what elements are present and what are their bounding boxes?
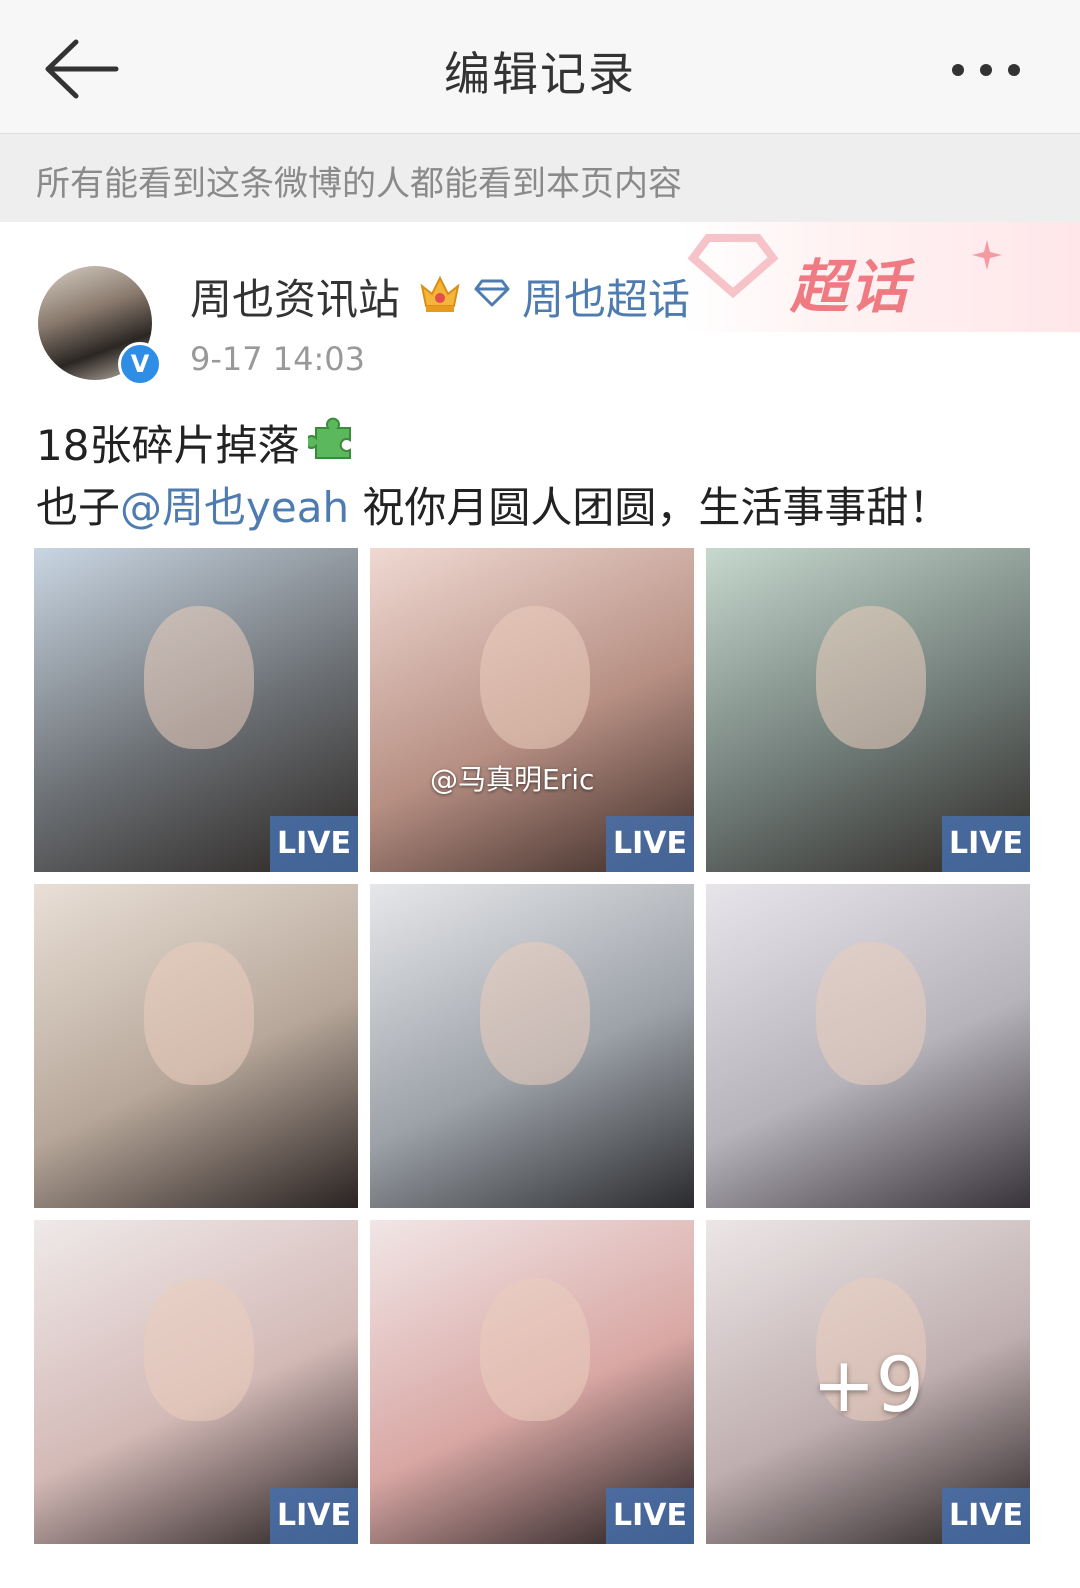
super-topic-diamond-icon xyxy=(474,279,510,307)
username[interactable]: 周也资讯站 xyxy=(190,266,400,327)
post-text-prefix: 也子 xyxy=(36,483,121,532)
more-dots-icon[interactable] xyxy=(944,50,1034,90)
photo-subject xyxy=(144,1278,255,1421)
top-nav-bar: 编辑记录 xyxy=(0,0,1080,134)
photo-thumbnail[interactable] xyxy=(370,884,694,1208)
photo-subject xyxy=(480,1278,591,1421)
verified-icon: V xyxy=(118,342,162,386)
post-text-line1: 18张碎片掉落 xyxy=(36,421,300,470)
super-topic-label: 超话 xyxy=(790,253,911,321)
photo-subject xyxy=(816,606,927,749)
live-badge: LIVE xyxy=(942,816,1030,872)
live-badge: LIVE xyxy=(270,1488,358,1544)
page-title: 编辑记录 xyxy=(444,47,636,101)
diamond-icon xyxy=(688,234,778,298)
photo-thumbnail[interactable]: LIVE xyxy=(706,548,1030,872)
super-topic-link[interactable]: 周也超话 xyxy=(522,266,690,327)
photo-thumbnail[interactable]: LIVE xyxy=(370,1220,694,1544)
photo-thumbnail[interactable]: +9 LIVE xyxy=(706,1220,1030,1544)
photo-grid: LIVE @马真明Eric LIVE LIVE LIVE LIVE +9 LIVE xyxy=(34,548,1034,1548)
post-text-suffix: 祝你月圆人团圆，生活事事甜！ xyxy=(349,483,951,532)
live-badge: LIVE xyxy=(942,1488,1030,1544)
live-badge: LIVE xyxy=(606,816,694,872)
photo-thumbnail[interactable]: LIVE xyxy=(34,548,358,872)
live-badge: LIVE xyxy=(270,816,358,872)
photo-subject xyxy=(480,942,591,1085)
photo-subject xyxy=(144,606,255,749)
more-photos-count[interactable]: +9 xyxy=(706,1340,1030,1429)
puzzle-icon xyxy=(308,417,351,459)
mention-link[interactable]: @周也yeah xyxy=(120,483,349,532)
photo-subject xyxy=(480,606,591,749)
photo-thumbnail[interactable]: @马真明Eric LIVE xyxy=(370,548,694,872)
sparkle-icon xyxy=(972,240,1002,270)
photo-thumbnail[interactable] xyxy=(706,884,1030,1208)
visibility-notice: 所有能看到这条微博的人都能看到本页内容 xyxy=(0,134,1080,222)
photo-subject xyxy=(144,942,255,1085)
post-time: 9-17 14:03 xyxy=(190,340,366,378)
live-badge: LIVE xyxy=(606,1488,694,1544)
photo-watermark: @马真明Eric xyxy=(430,763,595,796)
photo-thumbnail[interactable]: LIVE xyxy=(34,1220,358,1544)
post-text-line2: 也子@周也yeah 祝你月圆人团圆，生活事事甜！ xyxy=(36,474,950,535)
photo-thumbnail[interactable] xyxy=(34,884,358,1208)
super-topic-banner[interactable]: 超话 xyxy=(680,222,1080,332)
crown-icon xyxy=(420,275,460,312)
post-card: 超话 V 周也资讯站 周也超话 9-17 14:03 18张碎片掉落 也子@周也… xyxy=(0,222,1080,1588)
photo-subject xyxy=(816,942,927,1085)
visibility-notice-text: 所有能看到这条微博的人都能看到本页内容 xyxy=(36,164,682,204)
